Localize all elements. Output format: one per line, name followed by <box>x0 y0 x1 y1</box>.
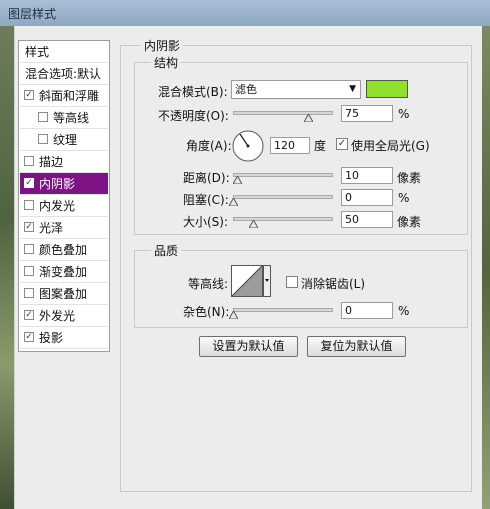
style-checkbox[interactable] <box>24 266 34 276</box>
distance-label: 距离(D): <box>183 171 230 185</box>
style-list-item[interactable]: 等高线 <box>20 107 108 129</box>
opacity-unit: % <box>398 107 410 121</box>
opacity-slider-track[interactable] <box>233 111 333 115</box>
distance-input[interactable]: 10 <box>341 167 393 184</box>
structure-title: 结构 <box>151 54 182 71</box>
use-global-light-checkbox[interactable]: ✓ <box>336 138 348 150</box>
style-list-item-label: 外发光 <box>39 309 76 323</box>
style-list-item[interactable]: ✓ 外发光 <box>20 305 108 327</box>
style-list-item-label: 光泽 <box>39 221 64 235</box>
opacity-input[interactable]: 75 <box>341 105 393 122</box>
distance-slider-thumb[interactable] <box>233 176 242 184</box>
style-list-header[interactable]: 样式 <box>20 41 108 63</box>
style-list-item[interactable]: 描边 <box>20 151 108 173</box>
noise-input[interactable]: 0 <box>341 302 393 319</box>
noise-slider-track[interactable] <box>233 308 333 312</box>
shadow-color-swatch[interactable] <box>366 80 408 98</box>
style-checkbox[interactable] <box>38 112 48 122</box>
choke-slider-track[interactable] <box>233 195 333 199</box>
inner-shadow-title: 内阴影 <box>141 37 184 54</box>
angle-unit: 度 <box>314 139 327 153</box>
window-title: 图层样式 <box>8 7 57 21</box>
use-global-light-label: 使用全局光(G) <box>351 139 430 153</box>
style-checkbox[interactable]: ✓ <box>24 90 34 100</box>
blend-mode-value: 滤色 <box>235 83 257 96</box>
style-checkbox[interactable] <box>24 200 34 210</box>
choke-slider-thumb[interactable] <box>229 198 238 206</box>
style-list-item-label: 纹理 <box>53 133 78 147</box>
style-list-item-label: 内阴影 <box>39 177 76 191</box>
reset-default-button[interactable]: 复位为默认值 <box>307 336 406 357</box>
style-list-item-label: 颜色叠加 <box>39 243 88 257</box>
style-list-item[interactable]: 纹理 <box>20 129 108 151</box>
style-checkbox[interactable] <box>24 244 34 254</box>
noise-slider-thumb[interactable] <box>229 311 238 319</box>
size-unit: 像素 <box>397 215 422 229</box>
style-list-item[interactable]: ✓ 斜面和浮雕 <box>20 85 108 107</box>
distance-slider-track[interactable] <box>233 173 333 177</box>
choke-input[interactable]: 0 <box>341 189 393 206</box>
style-list-item[interactable]: ✓ 内阴影 <box>20 173 108 195</box>
distance-unit: 像素 <box>397 171 422 185</box>
title-bar: 图层样式 <box>0 0 490 27</box>
contour-picker[interactable] <box>231 265 271 298</box>
style-checkbox[interactable] <box>24 288 34 298</box>
style-list-item[interactable]: ✓ 投影 <box>20 327 108 349</box>
style-list-item-label: 等高线 <box>53 111 90 125</box>
choke-label: 阻塞(C): <box>183 193 229 207</box>
style-list-item[interactable]: 内发光 <box>20 195 108 217</box>
opacity-label: 不透明度(O): <box>158 109 229 123</box>
angle-input[interactable]: 120 <box>270 137 310 154</box>
size-input[interactable]: 50 <box>341 211 393 228</box>
noise-unit: % <box>398 304 410 318</box>
size-slider-thumb[interactable] <box>249 220 258 228</box>
make-default-button[interactable]: 设置为默认值 <box>199 336 298 357</box>
contour-label: 等高线: <box>188 277 229 291</box>
angle-dial[interactable] <box>231 129 265 163</box>
blend-mode-select[interactable]: 滤色 ▼ <box>231 80 361 99</box>
style-list-item-label: 描边 <box>39 155 64 169</box>
style-checkbox[interactable]: ✓ <box>24 310 34 320</box>
style-list-item[interactable]: ✓ 光泽 <box>20 217 108 239</box>
anti-alias-checkbox[interactable] <box>286 276 298 288</box>
style-list-item-label: 投影 <box>39 331 64 345</box>
blend-mode-label: 混合模式(B): <box>158 85 228 99</box>
chevron-down-icon: ▼ <box>349 84 356 94</box>
style-checkbox[interactable]: ✓ <box>24 332 34 342</box>
style-checkbox[interactable]: ✓ <box>24 178 34 188</box>
blend-options-item[interactable]: 混合选项:默认 <box>20 63 108 85</box>
style-list-item[interactable]: 图案叠加 <box>20 283 108 305</box>
style-list-item[interactable]: 颜色叠加 <box>20 239 108 261</box>
noise-label: 杂色(N): <box>183 305 230 319</box>
style-list-item-label: 斜面和浮雕 <box>39 89 100 103</box>
anti-alias-label: 消除锯齿(L) <box>301 277 366 291</box>
style-list-item-label: 渐变叠加 <box>39 265 88 279</box>
style-list-item-label: 图案叠加 <box>39 287 88 301</box>
style-list: 样式 混合选项:默认 ✓ 斜面和浮雕等高线纹理描边 ✓ 内阴影内发光 ✓ 光泽颜色叠加渐变… <box>18 40 110 352</box>
size-slider-track[interactable] <box>233 217 333 221</box>
opacity-slider-thumb[interactable] <box>304 114 313 122</box>
angle-label: 角度(A): <box>186 139 232 153</box>
style-list-item-label: 内发光 <box>39 199 76 213</box>
choke-unit: % <box>398 191 410 205</box>
style-checkbox[interactable] <box>24 156 34 166</box>
size-label: 大小(S): <box>183 215 229 229</box>
style-checkbox[interactable]: ✓ <box>24 222 34 232</box>
style-checkbox[interactable] <box>38 134 48 144</box>
style-list-item[interactable]: 渐变叠加 <box>20 261 108 283</box>
background-photo-right <box>481 26 490 509</box>
quality-title: 品质 <box>151 242 182 259</box>
background-photo-left <box>0 26 14 509</box>
